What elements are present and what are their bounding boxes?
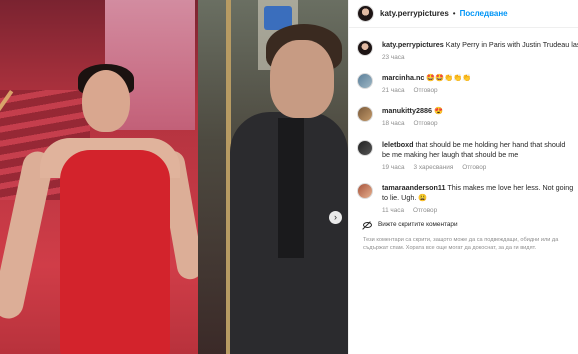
reply-button[interactable]: Отговор bbox=[414, 87, 438, 94]
side-panel: katy.perrypictures • Последване katy.per… bbox=[348, 0, 578, 354]
comment-username[interactable]: leletboxd bbox=[382, 140, 414, 149]
comment-username[interactable]: manukitty2886 bbox=[382, 106, 432, 115]
reply-button[interactable]: Отговор bbox=[414, 120, 438, 127]
hidden-comments-label: Вижте скритите коментари bbox=[378, 221, 458, 228]
caption-time[interactable]: 23 часа bbox=[382, 54, 405, 61]
separator-dot: • bbox=[452, 9, 456, 18]
hidden-comments-notice: Тези коментари са скрити, защото може да… bbox=[363, 237, 559, 251]
comment-text: 🤩🤩👏👏👏 bbox=[426, 73, 472, 82]
likes-count[interactable]: 3 харесвания bbox=[414, 164, 454, 171]
next-slide-button[interactable]: › bbox=[329, 211, 342, 224]
photo-left bbox=[0, 0, 206, 354]
post-viewer: › katy.perrypictures • Последване katy.p… bbox=[0, 0, 578, 354]
comment-time[interactable]: 18 часа bbox=[382, 120, 405, 127]
comment-item: manukitty2886 😍 18 часа Отговор bbox=[357, 106, 574, 129]
avatar[interactable] bbox=[357, 5, 374, 22]
reply-button[interactable]: Отговор bbox=[462, 164, 486, 171]
comment-text: 😍 bbox=[433, 106, 443, 115]
view-hidden-comments-button[interactable]: Вижте скритите коментари bbox=[363, 221, 458, 228]
avatar[interactable] bbox=[357, 73, 373, 89]
caption-username[interactable]: katy.perrypictures bbox=[382, 40, 444, 49]
comment-item: leletboxd that should be me holding her … bbox=[357, 140, 574, 173]
follow-button[interactable]: Последване bbox=[460, 9, 508, 18]
reply-button[interactable]: Отговор bbox=[413, 207, 437, 214]
post-media[interactable]: › bbox=[0, 0, 348, 354]
eye-off-icon bbox=[363, 221, 372, 228]
chevron-right-icon: › bbox=[334, 212, 337, 222]
comment-time[interactable]: 11 часа bbox=[382, 207, 404, 214]
caption: katy.perrypictures Katy Perry in Paris w… bbox=[357, 40, 578, 63]
comment-time[interactable]: 21 часа bbox=[382, 87, 405, 94]
comment-item: marcinha.nc 🤩🤩👏👏👏 21 часа Отговор bbox=[357, 73, 574, 96]
avatar[interactable] bbox=[357, 183, 373, 199]
comment-item: tamaraanderson11 This makes me love her … bbox=[357, 183, 574, 216]
post-header: katy.perrypictures • Последване bbox=[349, 0, 578, 28]
author-username[interactable]: katy.perrypictures bbox=[380, 9, 449, 18]
avatar[interactable] bbox=[357, 106, 373, 122]
avatar[interactable] bbox=[357, 40, 373, 56]
avatar[interactable] bbox=[357, 140, 373, 156]
caption-text: Katy Perry in Paris with Justin Trudeau … bbox=[445, 40, 578, 49]
comment-username[interactable]: marcinha.nc bbox=[382, 73, 424, 82]
comment-time[interactable]: 19 часа bbox=[382, 164, 405, 171]
comment-username[interactable]: tamaraanderson11 bbox=[382, 183, 446, 192]
